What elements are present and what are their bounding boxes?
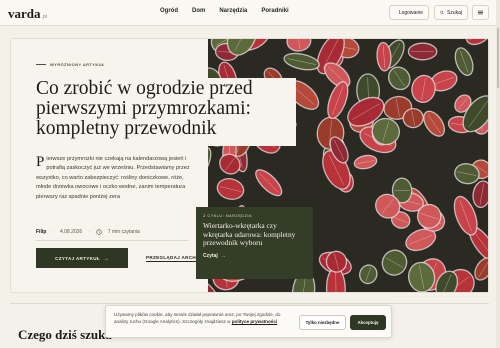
logo-tld: .pl	[41, 14, 47, 20]
section-divider	[10, 303, 489, 304]
login-button[interactable]: Logowanie	[389, 5, 429, 20]
series-read-label: Czytaj	[203, 252, 218, 259]
nav-item-ogrod[interactable]: Ogród	[160, 8, 178, 14]
nav-item-poradniki[interactable]: Poradniki	[261, 8, 288, 14]
meta-separator: ·	[52, 229, 54, 235]
article-title[interactable]: Co zrobić w ogrodzie przed pierwszymi pr…	[36, 79, 290, 139]
meta-divider	[36, 240, 188, 241]
article-meta: Filip · 4.08.2026 · 7 min czytania	[36, 229, 140, 235]
cookie-text: Używamy plików cookie, aby serwis działa…	[114, 311, 294, 325]
cookie-banner: Używamy plików cookie, aby serwis działa…	[105, 305, 392, 338]
login-icon	[395, 12, 396, 13]
series-tag: Z CYKLU: NARZĘDZIA	[203, 213, 252, 218]
meta-separator: ·	[88, 229, 90, 235]
read-article-button[interactable]: CZYTAJ ARTYKUŁ →	[36, 248, 128, 268]
author-name[interactable]: Filip	[36, 229, 46, 235]
site-logo[interactable]: varda.pl	[8, 6, 47, 22]
menu-button[interactable]	[472, 5, 489, 20]
read-article-label: CZYTAJ ARTYKUŁ	[55, 255, 100, 261]
article-lede: Pierwsze przymrozki nie czekają na kalen…	[36, 155, 194, 202]
nav-item-dom[interactable]: Dom	[192, 8, 205, 14]
login-label: Logowanie	[398, 9, 423, 16]
scrollbar-thumb[interactable]	[497, 28, 499, 88]
featured-eyebrow: WYRÓŻNIONY ARTYKUŁ	[36, 62, 105, 67]
read-time: 7 min czytania	[107, 229, 140, 235]
nav-item-narzedzia[interactable]: Narzędzia	[219, 8, 247, 14]
cookie-accept-button[interactable]: Akceptuję	[350, 315, 386, 330]
clock-icon	[96, 229, 102, 235]
eyebrow-line	[36, 64, 46, 65]
site-header: varda.pl Ogród Dom Narzędzia Poradniki L…	[0, 0, 500, 26]
main-nav: Ogród Dom Narzędzia Poradniki	[160, 8, 289, 14]
section-heading: Czego dziś szuka	[18, 327, 112, 342]
arrow-right-icon: →	[220, 252, 226, 259]
lede-text: ierwsze przymrozki nie czekają na kalend…	[36, 156, 190, 200]
series-read-link[interactable]: Czytaj →	[203, 253, 306, 259]
eyebrow-label: WYRÓŻNIONY ARTYKUŁ	[50, 62, 105, 67]
cookie-necessary-button[interactable]: Tylko niezbędne	[299, 315, 346, 330]
publish-date: 4.08.2026	[59, 229, 83, 235]
search-button[interactable]: Szukaj	[434, 5, 468, 20]
lede-dropcap: P	[36, 154, 45, 170]
search-label: Szukaj	[446, 9, 462, 16]
arrow-right-icon: →	[103, 255, 109, 261]
hamburger-icon	[478, 10, 483, 15]
search-icon	[440, 10, 444, 15]
series-card[interactable]: Z CYKLU: NARZĘDZIA Wiertarko-wkrętarka c…	[196, 207, 313, 279]
series-title[interactable]: Wiertarko-wkrętarka czy wkrętarka udarow…	[203, 221, 306, 248]
privacy-policy-link[interactable]: polityce prywatności	[232, 319, 277, 324]
